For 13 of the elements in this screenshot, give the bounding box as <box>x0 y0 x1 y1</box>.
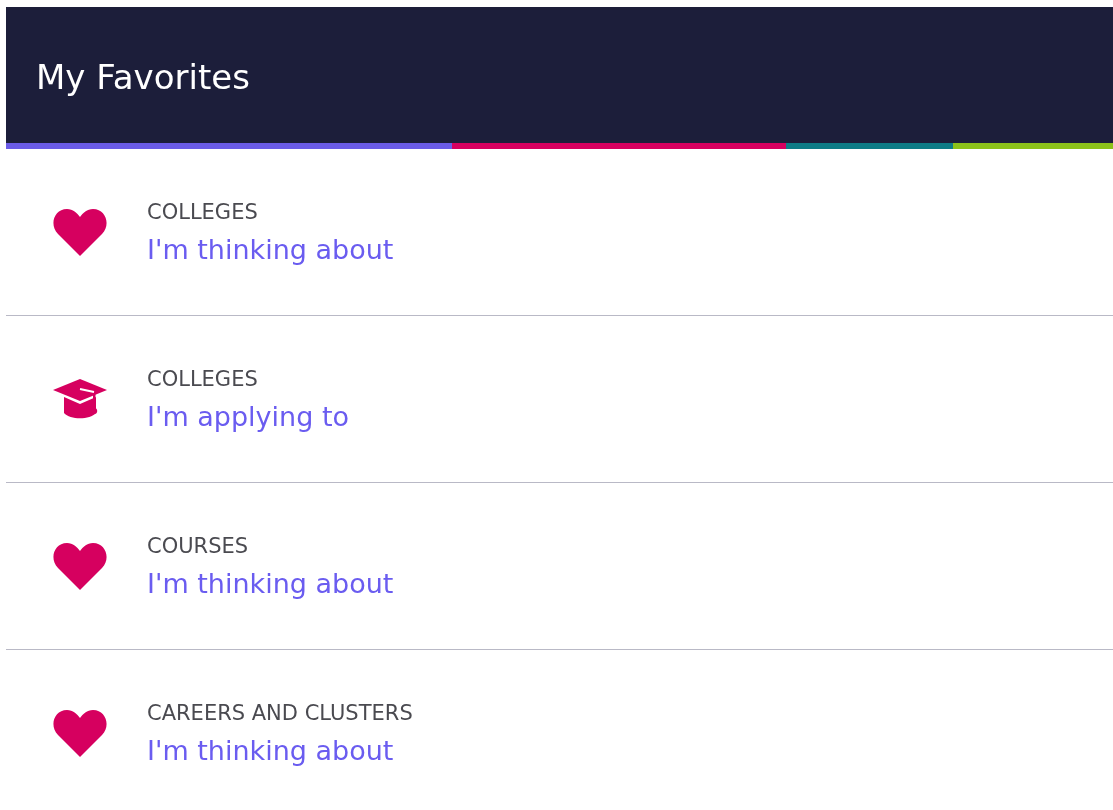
favorites-link[interactable]: I'm thinking about <box>147 734 394 766</box>
category-label: CAREERS AND CLUSTERS <box>147 700 413 725</box>
heart-icon <box>52 708 108 758</box>
favorites-link[interactable]: I'm thinking about <box>147 233 394 265</box>
graduation-cap-icon <box>52 377 108 421</box>
category-label: COLLEGES <box>147 366 259 391</box>
page-title: My Favorites <box>36 56 250 97</box>
heart-icon <box>52 207 108 257</box>
category-label: COURSES <box>147 533 250 558</box>
favorites-link[interactable]: I'm applying to <box>147 400 349 432</box>
favorites-link[interactable]: I'm thinking about <box>147 567 394 599</box>
heart-icon <box>52 541 108 591</box>
category-label: COLLEGES <box>147 199 259 224</box>
